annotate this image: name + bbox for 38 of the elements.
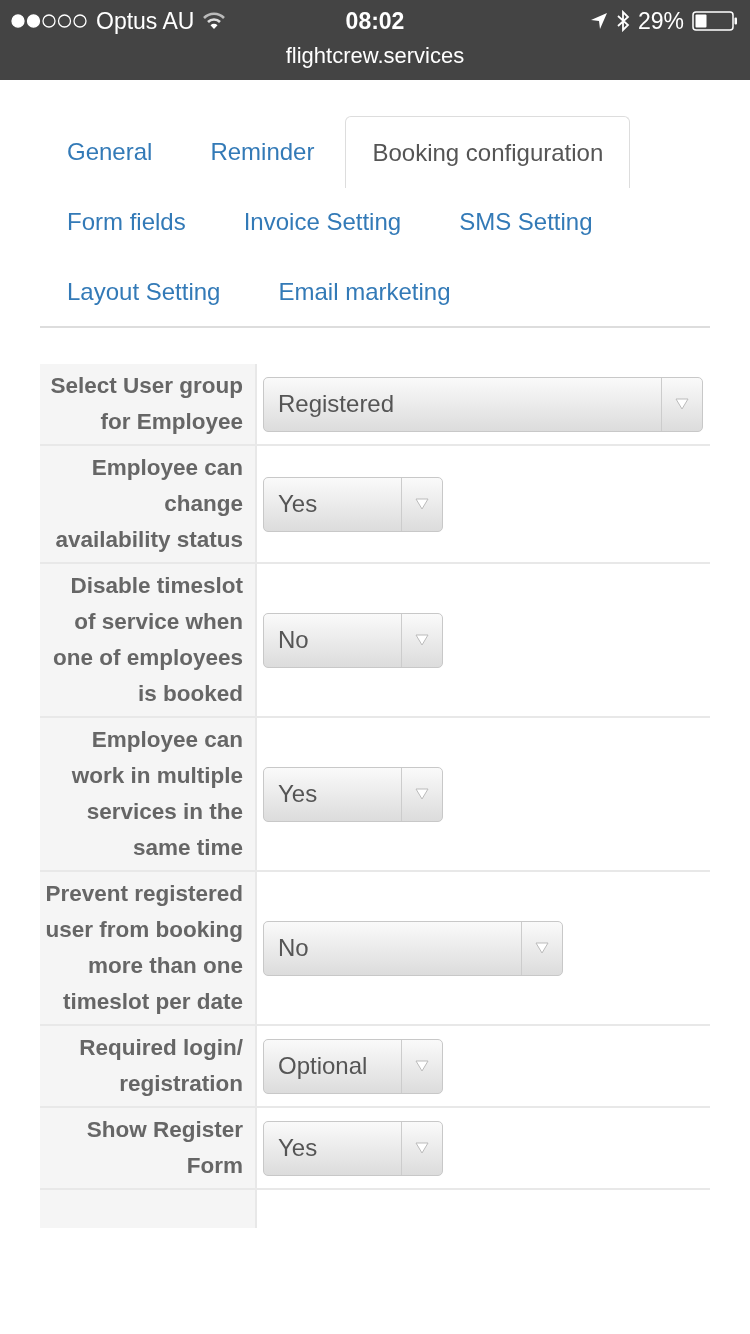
settings-tab[interactable]: Form fields xyxy=(40,186,213,256)
settings-tab[interactable]: Email marketing xyxy=(251,256,478,326)
dropdown-select[interactable]: Optional xyxy=(263,1038,443,1094)
battery-icon xyxy=(692,11,738,31)
dropdown-select[interactable]: Yes xyxy=(263,476,443,532)
dropdown-select[interactable]: No xyxy=(263,612,443,668)
caret-icon xyxy=(415,498,429,510)
settings-tab[interactable]: Reminder xyxy=(183,116,342,186)
setting-label: Show Register Form xyxy=(40,1108,257,1188)
battery-percent: 29% xyxy=(637,7,684,35)
setting-label: Select User group for Employee xyxy=(40,364,257,444)
dropdown-select[interactable]: Yes xyxy=(263,766,443,822)
caret-icon xyxy=(415,1060,429,1072)
caret-icon xyxy=(415,1142,429,1154)
settings-tab[interactable]: SMS Setting xyxy=(432,186,620,256)
settings-tab[interactable]: Layout Setting xyxy=(40,256,248,326)
bluetooth-icon xyxy=(615,10,630,32)
settings-tab[interactable]: General xyxy=(40,116,180,186)
setting-label: Disable timeslot of service when one of employees is booked xyxy=(40,564,257,716)
setting-label: Prevent registered user from booking more than one timeslot per date xyxy=(40,872,257,1024)
url-text[interactable]: flightcrew.services xyxy=(285,42,465,70)
dropdown-select[interactable]: Registered xyxy=(263,376,703,432)
clock-time: 08:02 xyxy=(345,7,405,35)
setting-label: Employee can work in multiple services in the same time xyxy=(40,718,257,870)
wifi-icon xyxy=(202,12,227,30)
location-arrow-icon xyxy=(589,12,608,30)
caret-icon xyxy=(415,634,429,646)
setting-label: Required login/ registration xyxy=(40,1026,257,1106)
settings-tab[interactable]: Invoice Setting xyxy=(216,186,429,256)
setting-label: Employee can change availability status xyxy=(40,446,257,562)
dropdown-select[interactable]: Yes xyxy=(263,1120,443,1176)
signal-icon xyxy=(10,13,88,29)
settings-tab[interactable]: Booking configuration xyxy=(345,116,631,188)
caret-icon xyxy=(415,788,429,800)
caret-icon xyxy=(675,398,689,410)
caret-icon xyxy=(535,942,549,954)
carrier-name: Optus AU xyxy=(96,7,195,35)
dropdown-select[interactable]: No xyxy=(263,920,563,976)
